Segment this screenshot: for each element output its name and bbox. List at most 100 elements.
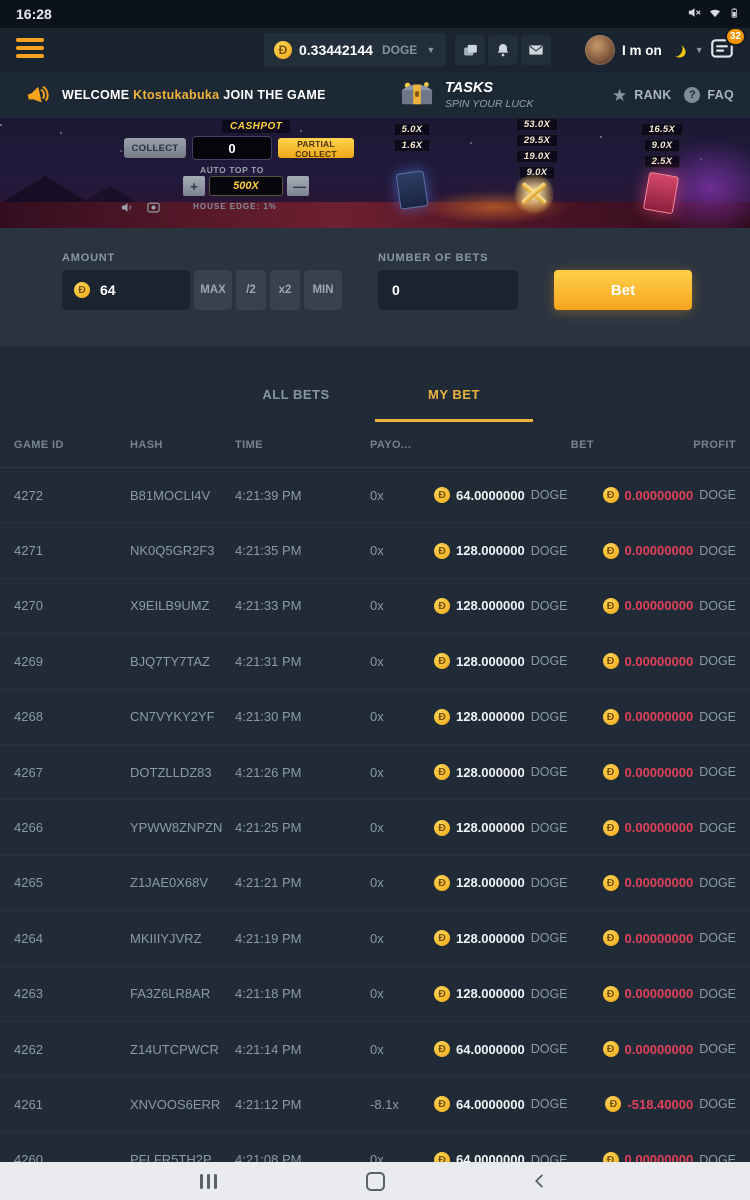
profit-amount: 0.00000000 <box>625 543 694 558</box>
table-row[interactable]: 4269 BJQ7TY7TAZ 4:21:31 PM 0x Ð 128.0000… <box>0 634 750 689</box>
bet-button[interactable]: Bet <box>554 270 692 310</box>
back-button[interactable] <box>520 1162 560 1200</box>
table-row[interactable]: 4263 FA3Z6LR8AR 4:21:18 PM 0x Ð 128.0000… <box>0 967 750 1022</box>
payout-cell: 0x <box>370 820 434 835</box>
recent-apps-button[interactable] <box>188 1162 228 1200</box>
bet-panel: AMOUNT Ð MAX /2 x2 MIN NUMBER OF BETS Be… <box>0 228 750 346</box>
crossed-daggers-icon <box>512 174 556 214</box>
bet-currency: DOGE <box>531 1042 568 1056</box>
table-row[interactable]: 4264 MKIIIYJVRZ 4:21:19 PM 0x Ð 128.0000… <box>0 911 750 966</box>
table-row[interactable]: 4270 X9EILB9UMZ 4:21:33 PM 0x Ð 128.0000… <box>0 579 750 634</box>
doge-coin-icon: Ð <box>603 543 619 559</box>
bet-currency: DOGE <box>531 821 568 835</box>
hamburger-menu-icon[interactable] <box>16 38 46 62</box>
hash-cell: DOTZLLDZ83 <box>130 765 235 780</box>
user-name: I m on <box>622 43 662 58</box>
tab-all-bets[interactable]: ALL BETS <box>217 370 375 422</box>
bet-cell: Ð 128.000000 DOGE <box>434 764 594 780</box>
profit-cell: Ð 0.00000000 DOGE <box>594 543 736 559</box>
chat-badge: 32 <box>725 27 746 46</box>
hash-cell: NK0Q5GR2F3 <box>130 543 235 558</box>
profit-amount: 0.00000000 <box>625 488 694 503</box>
multiplier-chip: 29.5X <box>516 134 558 147</box>
max-button[interactable]: MAX <box>194 270 232 310</box>
treasure-chest-icon <box>398 77 436 114</box>
doge-coin-icon: Ð <box>274 41 292 59</box>
table-row[interactable]: 4261 XNVOOS6ERR 4:21:12 PM -8.1x Ð 64.00… <box>0 1077 750 1132</box>
profit-currency: DOGE <box>699 1097 736 1111</box>
wallet-button[interactable] <box>455 35 485 65</box>
profit-amount: 0.00000000 <box>625 598 694 613</box>
balance-amount: 0.33442144 <box>299 42 373 58</box>
bet-amount: 128.000000 <box>456 820 525 835</box>
time-cell: 4:21:26 PM <box>235 765 370 780</box>
bet-cell: Ð 64.0000000 DOGE <box>434 1041 594 1057</box>
doge-coin-icon: Ð <box>605 1096 621 1112</box>
horizon-decoration <box>0 202 750 228</box>
tab-my-bet[interactable]: MY BET <box>375 370 533 422</box>
multiplier-group-3: 16.5X9.0X2.5X <box>630 123 694 168</box>
chat-button[interactable]: 32 <box>708 36 740 64</box>
collect-button[interactable]: COLLECT <box>124 138 186 158</box>
faq-link[interactable]: ? FAQ <box>684 72 734 118</box>
user-menu[interactable]: I m on ▼ <box>585 35 704 65</box>
doge-coin-icon: Ð <box>434 986 450 1002</box>
doge-coin-icon: Ð <box>74 282 90 298</box>
double-button[interactable]: x2 <box>270 270 300 310</box>
bet-amount: 128.000000 <box>456 654 525 669</box>
tasks-link[interactable]: TASKS SPIN YOUR LUCK <box>398 72 534 118</box>
profit-amount: 0.00000000 <box>625 765 694 780</box>
min-button[interactable]: MIN <box>304 270 342 310</box>
hash-cell: X9EILB9UMZ <box>130 598 235 613</box>
half-button[interactable]: /2 <box>236 270 266 310</box>
messages-button[interactable] <box>521 35 551 65</box>
doge-coin-icon: Ð <box>434 764 450 780</box>
speaker-icon[interactable] <box>120 200 135 220</box>
amount-field[interactable]: Ð <box>62 270 190 310</box>
amount-input[interactable] <box>98 281 172 299</box>
table-row[interactable]: 4271 NK0Q5GR2F3 4:21:35 PM 0x Ð 128.0000… <box>0 523 750 578</box>
doge-coin-icon: Ð <box>434 1041 450 1057</box>
number-of-bets-input[interactable] <box>378 270 518 310</box>
table-row[interactable]: 4262 Z14UTCPWCR 4:21:14 PM 0x Ð 64.00000… <box>0 1022 750 1077</box>
decrease-button[interactable]: — <box>287 176 309 196</box>
table-row[interactable]: 4265 Z1JAE0X68V 4:21:21 PM 0x Ð 128.0000… <box>0 856 750 911</box>
welcome-suffix: JOIN THE GAME <box>219 88 325 102</box>
notifications-button[interactable] <box>488 35 518 65</box>
table-row[interactable]: 4272 B81MOCLI4V 4:21:39 PM 0x Ð 64.00000… <box>0 468 750 523</box>
avatar[interactable] <box>585 35 615 65</box>
bet-amount: 128.000000 <box>456 875 525 890</box>
rank-link[interactable]: ★ RANK <box>612 72 672 118</box>
android-nav-bar <box>0 1162 750 1200</box>
payout-cell: 0x <box>370 654 434 669</box>
bet-amount: 128.000000 <box>456 709 525 724</box>
col-bet: BET <box>434 439 594 451</box>
doge-coin-icon: Ð <box>603 820 619 836</box>
doge-coin-icon: Ð <box>603 709 619 725</box>
profit-currency: DOGE <box>699 1153 736 1162</box>
bet-cell: Ð 128.000000 DOGE <box>434 598 594 614</box>
balance-selector[interactable]: Ð 0.33442144 DOGE ▼ <box>264 33 446 67</box>
payout-cell: 0x <box>370 1152 434 1162</box>
table-row[interactable]: 4267 DOTZLLDZ83 4:21:26 PM 0x Ð 128.0000… <box>0 745 750 800</box>
back-chevron-icon <box>531 1172 549 1190</box>
stars-decoration <box>0 124 2 126</box>
bet-cell: Ð 64.0000000 DOGE <box>434 1096 594 1112</box>
table-row[interactable]: 4268 CN7VYKY2YF 4:21:30 PM 0x Ð 128.0000… <box>0 690 750 745</box>
table-row[interactable]: 4260 PFLFR5TH2P 4:21:08 PM 0x Ð 64.00000… <box>0 1133 750 1162</box>
mute-icon <box>687 5 702 23</box>
doge-coin-icon: Ð <box>434 930 450 946</box>
increase-button[interactable]: + <box>183 176 205 196</box>
bet-amount: 64.0000000 <box>456 1152 525 1162</box>
envelope-icon <box>528 42 544 58</box>
cards-icon <box>462 42 479 59</box>
game-id-cell: 4272 <box>14 488 130 503</box>
partial-collect-button[interactable]: PARTIAL COLLECT <box>278 138 354 158</box>
number-of-bets-label: NUMBER OF BETS <box>378 252 488 264</box>
home-button[interactable] <box>355 1162 395 1200</box>
hash-cell: CN7VYKY2YF <box>130 709 235 724</box>
effects-icon[interactable] <box>146 200 161 220</box>
payout-cell: 0x <box>370 1042 434 1057</box>
table-row[interactable]: 4266 YPWW8ZNPZN 4:21:25 PM 0x Ð 128.0000… <box>0 800 750 855</box>
blue-card-icon <box>396 170 429 210</box>
